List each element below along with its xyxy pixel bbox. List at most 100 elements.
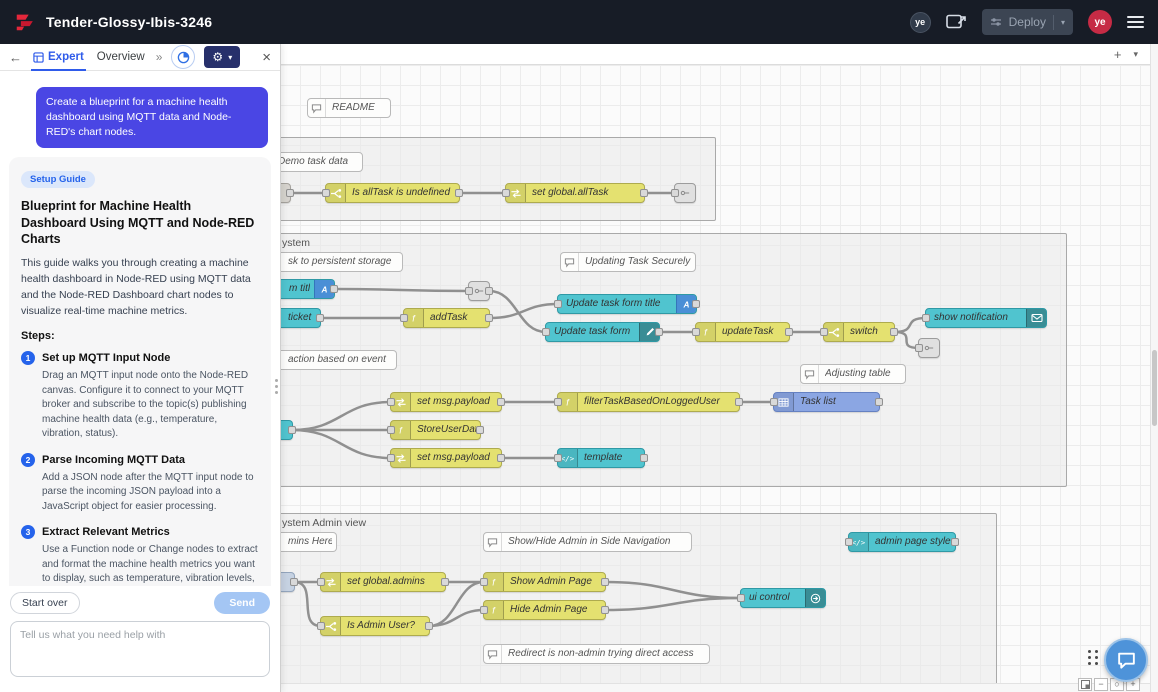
output-port[interactable]: [640, 454, 648, 462]
readme-comment[interactable]: README: [307, 98, 391, 118]
output-port[interactable]: [951, 538, 959, 546]
hide-admin-page-node[interactable]: fHide Admin Page: [483, 600, 606, 620]
navigator-toggle-button[interactable]: [1078, 678, 1092, 691]
input-port[interactable]: [502, 189, 510, 197]
update-task-form-title-node[interactable]: AUpdate task form title: [557, 294, 697, 314]
redirect-is-non-admin-trying-direct-access-comment[interactable]: Redirect is non-admin trying direct acce…: [483, 644, 710, 664]
settings-menu-button[interactable]: ⚙ ▾: [204, 46, 240, 68]
input-port[interactable]: [922, 314, 930, 322]
sk-to-persistent-storage-comment[interactable]: sk to persistent storage: [281, 252, 403, 272]
output-port[interactable]: [655, 328, 663, 336]
m-title-node[interactable]: Am title: [281, 279, 335, 299]
output-port[interactable]: [875, 398, 883, 406]
deploy-button[interactable]: Deploy ▾: [982, 9, 1073, 35]
set-msg-payload-node[interactable]: set msg.payload: [390, 392, 502, 412]
output-port[interactable]: [601, 606, 609, 614]
send-button[interactable]: Send: [214, 592, 270, 614]
template-node[interactable]: </>template: [557, 448, 645, 468]
stub-node[interactable]: [281, 183, 291, 203]
open-editor-icon[interactable]: [946, 13, 967, 31]
output-port[interactable]: [425, 622, 433, 630]
output-port[interactable]: [735, 398, 743, 406]
output-port[interactable]: [286, 189, 294, 197]
output-port[interactable]: [485, 314, 493, 322]
chat-fab-button[interactable]: [1104, 638, 1148, 682]
output-port[interactable]: [455, 189, 463, 197]
switch-node[interactable]: switch: [823, 322, 895, 342]
input-port[interactable]: [317, 578, 325, 586]
filtertaskbasedonloggeduser-node[interactable]: ffilterTaskBasedOnLoggedUser: [557, 392, 740, 412]
input-port[interactable]: [465, 287, 473, 295]
set-msg-payload-node[interactable]: set msg.payload: [390, 448, 502, 468]
input-port[interactable]: [387, 398, 395, 406]
addtask-node[interactable]: faddTask: [403, 308, 490, 328]
updating-task-securely-comment[interactable]: Updating Task Securely: [560, 252, 696, 272]
output-port[interactable]: [497, 398, 505, 406]
ticket-node[interactable]: ticket: [281, 308, 321, 328]
back-icon[interactable]: ←: [9, 51, 22, 64]
vertical-scrollbar[interactable]: [1150, 44, 1158, 692]
tabs-overflow-icon[interactable]: »: [156, 50, 163, 64]
zoom-out-button[interactable]: −: [1094, 678, 1108, 691]
stub-node[interactable]: [281, 572, 295, 592]
mins-here-comment[interactable]: mins Here: [281, 532, 337, 552]
admin-page-style-node[interactable]: </>admin page style: [848, 532, 956, 552]
output-port[interactable]: [601, 578, 609, 586]
set-global-admins-node[interactable]: set global.admins: [320, 572, 446, 592]
deploy-caret-icon[interactable]: ▾: [1061, 18, 1065, 27]
storeuserdata-node[interactable]: fStoreUserData: [390, 420, 481, 440]
add-flow-button[interactable]: +: [1114, 48, 1122, 61]
output-port[interactable]: [476, 426, 484, 434]
output-port[interactable]: [640, 189, 648, 197]
input-port[interactable]: [915, 344, 923, 352]
input-port[interactable]: [554, 300, 562, 308]
output-port[interactable]: [316, 314, 324, 322]
stub-node[interactable]: [281, 420, 293, 440]
input-port[interactable]: [737, 594, 745, 602]
input-port[interactable]: [554, 398, 562, 406]
output-port[interactable]: [290, 578, 298, 586]
input-port[interactable]: [387, 454, 395, 462]
input-port[interactable]: [845, 538, 853, 546]
is-alltask-is-undefined-node[interactable]: Is allTask is undefined: [325, 183, 460, 203]
team-avatar[interactable]: ye: [910, 12, 931, 33]
show-hide-admin-in-side-navigation-comment[interactable]: Show/Hide Admin in Side Navigation: [483, 532, 692, 552]
flow-list-button[interactable]: ▾: [1133, 50, 1138, 59]
update-task-form-node[interactable]: Update task form: [545, 322, 660, 342]
flow-group[interactable]: [247, 137, 716, 221]
adjusting-table-comment[interactable]: Adjusting table: [800, 364, 906, 384]
output-port[interactable]: [692, 300, 700, 308]
user-avatar[interactable]: ye: [1088, 10, 1112, 34]
chat-drag-handle[interactable]: [1088, 650, 1099, 665]
input-port[interactable]: [692, 328, 700, 336]
input-port[interactable]: [820, 328, 828, 336]
input-port[interactable]: [542, 328, 550, 336]
is-admin-user-node[interactable]: Is Admin User?: [320, 616, 430, 636]
tab-overview[interactable]: Overview: [95, 44, 147, 71]
output-port[interactable]: [330, 285, 338, 293]
set-global-alltask-node[interactable]: set global.allTask: [505, 183, 645, 203]
link-node[interactable]: [468, 281, 490, 301]
input-port[interactable]: [480, 578, 488, 586]
task-list-node[interactable]: Task list: [773, 392, 880, 412]
ui-control-node[interactable]: ui control: [740, 588, 826, 608]
link-node[interactable]: [918, 338, 940, 358]
input-port[interactable]: [770, 398, 778, 406]
input-port[interactable]: [317, 622, 325, 630]
output-port[interactable]: [441, 578, 449, 586]
tab-expert[interactable]: Expert: [31, 44, 86, 71]
scrollbar-thumb[interactable]: [1152, 350, 1157, 426]
action-based-on-event-comment[interactable]: action based on event: [281, 350, 397, 370]
show-admin-page-node[interactable]: fShow Admin Page: [483, 572, 606, 592]
show-notification-node[interactable]: show notification: [925, 308, 1047, 328]
updatetask-node[interactable]: fupdateTask: [695, 322, 790, 342]
output-port[interactable]: [785, 328, 793, 336]
output-port[interactable]: [890, 328, 898, 336]
close-panel-icon[interactable]: ×: [262, 49, 271, 66]
help-input[interactable]: [10, 621, 270, 677]
start-over-button[interactable]: Start over: [10, 592, 80, 614]
panel-resize-handle[interactable]: [275, 379, 278, 394]
output-port[interactable]: [497, 454, 505, 462]
input-port[interactable]: [554, 454, 562, 462]
input-port[interactable]: [400, 314, 408, 322]
